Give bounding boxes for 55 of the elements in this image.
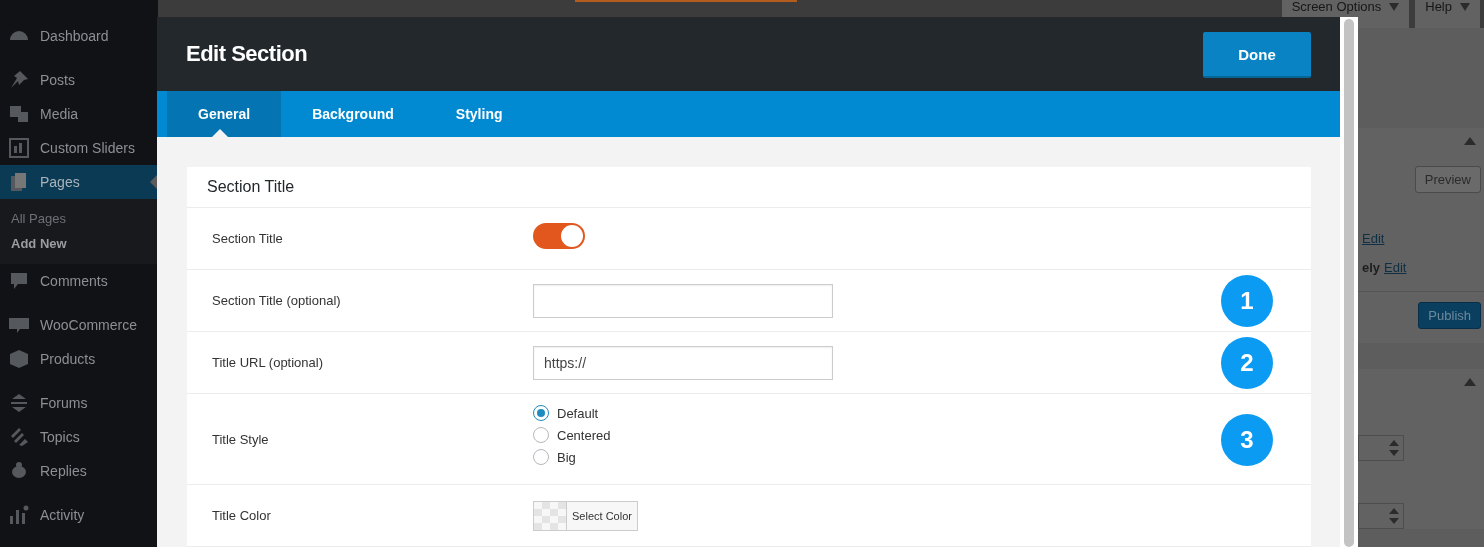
done-button[interactable]: Done	[1203, 32, 1311, 78]
card-title: Section Title	[187, 167, 1311, 208]
sidebar-item[interactable]: WooCommerce	[0, 308, 158, 342]
collapse-icon	[1464, 137, 1476, 145]
publish-button[interactable]: Publish	[1418, 302, 1481, 329]
callout-badge: 2	[1221, 336, 1273, 389]
caret-icon	[1460, 3, 1470, 11]
select-color-button[interactable]: Select Color	[567, 501, 637, 530]
submenu-item[interactable]: Add New	[0, 231, 158, 256]
screen-tab[interactable]: Help	[1415, 0, 1480, 28]
notch-icon	[212, 129, 228, 137]
chart-icon	[8, 504, 30, 526]
sidebar-item[interactable]: Topics	[0, 420, 158, 454]
sidebar-item[interactable]: Posts	[0, 63, 158, 97]
input-field[interactable]: https://	[533, 345, 833, 380]
sidebar-item[interactable]: Products	[0, 342, 158, 376]
caret-icon	[1389, 3, 1400, 11]
collapse-icon	[1464, 378, 1476, 386]
stack-icon	[8, 392, 30, 414]
status-text: ely	[1362, 260, 1381, 275]
sidebar-item[interactable]: Media	[0, 97, 158, 131]
select-field[interactable]	[1358, 435, 1404, 461]
callout-badge: 1	[1221, 274, 1273, 327]
cube-icon	[8, 348, 30, 370]
field-label: Section Title	[212, 231, 284, 246]
tab[interactable]: General	[167, 91, 282, 137]
submenu-item[interactable]: All Pages	[0, 206, 158, 231]
sidebar-item[interactable]: Forums	[0, 386, 158, 420]
scrollbar-thumb[interactable]	[1344, 19, 1354, 547]
tab[interactable]: Background	[281, 91, 425, 137]
input-field[interactable]	[533, 283, 833, 318]
field-label: Title Style	[212, 431, 270, 447]
media-icon	[8, 103, 30, 125]
sidebar-item[interactable]: Dashboard	[0, 19, 158, 53]
tab[interactable]: Styling	[424, 91, 534, 137]
sidebar-item[interactable]: Comments	[0, 264, 158, 298]
field-label: Section Title (optional)	[212, 293, 342, 308]
sidebar-item[interactable]: Replies	[0, 454, 158, 488]
toggle-switch[interactable]	[533, 222, 585, 249]
field-label: Title URL (optional)	[212, 355, 325, 370]
select-field[interactable]	[1358, 503, 1404, 529]
radio-option[interactable]: Default	[533, 404, 611, 422]
sidebar-item[interactable]: Pages	[0, 165, 158, 199]
sidebar-item[interactable]: Custom Sliders	[0, 131, 158, 165]
radio-option[interactable]: Big	[533, 448, 611, 466]
pin-icon	[8, 69, 30, 91]
scrollbar[interactable]	[1340, 17, 1358, 547]
picture-frame-icon	[8, 137, 30, 159]
radio-option[interactable]: Centered	[533, 426, 611, 444]
updown-icon	[1389, 440, 1399, 456]
modal-title: Edit Section	[186, 41, 308, 67]
callout-badge: 3	[1221, 414, 1273, 466]
sidebar-item[interactable]: Activity	[0, 498, 158, 532]
field-label: Title Color	[212, 508, 272, 523]
updown-icon	[1389, 508, 1399, 524]
